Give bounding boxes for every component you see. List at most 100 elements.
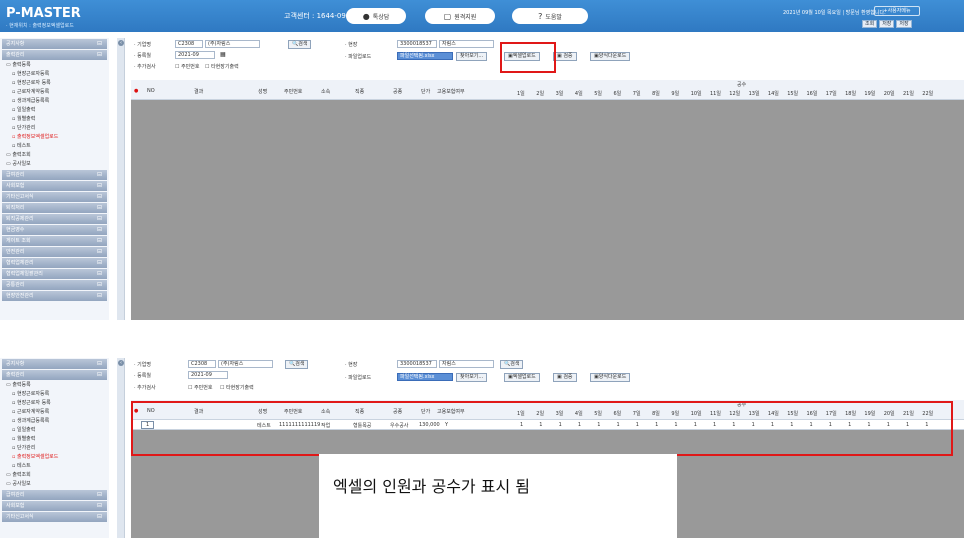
sidebar-item[interactable]: ▫ 현장근로자 등록 (0, 399, 109, 408)
site-name-field[interactable]: 자림스 (439, 360, 494, 368)
other-site-checkbox[interactable]: ☐ 타현장기출력 (205, 63, 239, 70)
sidebar-collapse-bar[interactable]: ‹ (117, 38, 125, 320)
day-column-header[interactable]: 20일 (884, 90, 895, 97)
day-column-header[interactable]: 14일 (768, 90, 779, 97)
user-menu-button[interactable]: +사용자메뉴 (874, 6, 920, 16)
chat-button[interactable]: ● 톡상담 (346, 8, 406, 24)
sidebar-section[interactable]: 기타신고서식 (2, 192, 107, 202)
sidebar-item[interactable]: ▫ 일일출력 (0, 106, 109, 115)
browse-button[interactable]: 찾아보기... (456, 373, 488, 382)
file-path-field[interactable]: 파일선택됨.xlsx (397, 373, 453, 381)
sidebar-collapse-bar-2[interactable]: ‹ (117, 358, 125, 538)
column-header[interactable]: 소속 (321, 88, 330, 95)
rrn-checkbox[interactable]: ☐ 주민번호 (188, 384, 212, 391)
save-button-2[interactable]: 저장 (896, 20, 912, 28)
sidebar-section[interactable]: 현장안전관리 (2, 291, 107, 301)
day-column-header[interactable]: 9일 (671, 90, 679, 97)
sidebar-item[interactable]: ▫ 단가관리 (0, 444, 109, 453)
sidebar-section[interactable]: 안전관리 (2, 247, 107, 257)
sidebar-section[interactable]: 사회보험 (2, 181, 107, 191)
sidebar-section[interactable]: 기타신고서식 (2, 512, 107, 522)
sidebar-item[interactable]: ▭ 공사일보 (0, 160, 109, 169)
sidebar-section[interactable]: 협력업체일괄관리 (2, 269, 107, 279)
sidebar-section[interactable]: 급여관리 (2, 490, 107, 500)
sidebar-item[interactable]: ▫ 월별출력 (0, 115, 109, 124)
sidebar-item[interactable]: ▫ 단가관리 (0, 124, 109, 133)
site-code-field[interactable]: 3300018537 (397, 40, 437, 48)
column-header[interactable]: 주민번호 (284, 88, 302, 95)
day-column-header[interactable]: 1일 (517, 90, 525, 97)
day-column-header[interactable]: 18일 (845, 90, 856, 97)
help-button[interactable]: ? 도움말 (512, 8, 588, 24)
sidebar-item[interactable]: ▫ 현장근로자등록 (0, 390, 109, 399)
month-field[interactable]: 2021-09 (188, 371, 228, 379)
company-code-field[interactable]: C2308 (175, 40, 203, 48)
company-search-button[interactable]: 🔍검색 (285, 360, 309, 369)
verify-button[interactable]: ▣ 검증 (553, 373, 577, 382)
day-column-header[interactable]: 2일 (536, 90, 544, 97)
column-header[interactable]: 결과 (194, 88, 203, 95)
sidebar-section[interactable]: 게이트 조회 (2, 236, 107, 246)
sidebar-section[interactable]: 현금영수 (2, 225, 107, 235)
remote-support-button[interactable]: ▢ 원격지원 (425, 8, 495, 24)
sidebar-item[interactable]: ▫ 근로자계약등록 (0, 88, 109, 97)
save-button[interactable]: 저장 (879, 20, 895, 28)
day-column-header[interactable]: 11일 (710, 90, 721, 97)
rrn-checkbox[interactable]: ☐ 주민번호 (175, 63, 199, 70)
sidebar-section[interactable]: 사회보험 (2, 501, 107, 511)
site-name-field[interactable]: 자림스 (439, 40, 494, 48)
sidebar-item[interactable]: ▫ 생과계급등록록 (0, 97, 109, 106)
sidebar-item[interactable]: ▭ 출력조회 (0, 151, 109, 160)
sidebar-item[interactable]: ▭ 공사일보 (0, 480, 109, 489)
browse-button[interactable]: 찾아보기... (456, 52, 488, 61)
day-column-header[interactable]: 3일 (556, 90, 564, 97)
sidebar-item[interactable]: ▫ 일일출력 (0, 426, 109, 435)
sidebar-item[interactable]: ▫ 출력정보엑셀업로드 (0, 133, 109, 142)
column-header[interactable]: 단가 (421, 88, 430, 95)
sidebar-item[interactable]: ▫ 테스트 (0, 462, 109, 471)
column-header[interactable]: 직종 (355, 88, 364, 95)
day-column-header[interactable]: 5일 (594, 90, 602, 97)
day-column-header[interactable]: 10일 (691, 90, 702, 97)
sidebar-item[interactable]: ▭ 출력조회 (0, 471, 109, 480)
sidebar-item[interactable]: ▫ 테스트 (0, 142, 109, 151)
day-column-header[interactable]: 22일 (922, 90, 933, 97)
day-column-header[interactable]: 17일 (826, 90, 837, 97)
sidebar-section[interactable]: 공지사항 (2, 359, 107, 369)
company-code-field[interactable]: C2308 (188, 360, 216, 368)
search-button[interactable]: 조회 (862, 20, 878, 28)
app-logo[interactable]: P-MASTER (6, 6, 81, 21)
sidebar-section[interactable]: 급여관리 (2, 170, 107, 180)
company-name-field[interactable]: (주)자림스 (205, 40, 260, 48)
other-site-checkbox[interactable]: ☐ 타현장기출력 (220, 384, 254, 391)
template-download-button[interactable]: ▣양식다운로드 (590, 373, 631, 382)
day-column-header[interactable]: 16일 (807, 90, 818, 97)
month-field[interactable]: 2021-09 (175, 51, 215, 59)
sidebar-section[interactable]: 공통관리 (2, 280, 107, 290)
day-column-header[interactable]: 8일 (652, 90, 660, 97)
company-search-button[interactable]: 🔍검색 (288, 40, 312, 49)
sidebar-section[interactable]: 퇴직공제관리 (2, 214, 107, 224)
column-header[interactable]: 고용보험여부 (437, 88, 465, 95)
sidebar-section[interactable]: 퇴직처리 (2, 203, 107, 213)
sidebar-item[interactable]: ▫ 현장근로자등록 (0, 70, 109, 79)
site-search-button[interactable]: 🔍검색 (500, 360, 524, 369)
column-header[interactable]: NO (147, 88, 155, 94)
file-path-field[interactable]: 파일선택됨.xlsx (397, 52, 453, 60)
company-name-field[interactable]: (주)자림스 (218, 360, 273, 368)
calendar-icon[interactable]: ▦ (220, 51, 226, 58)
day-column-header[interactable]: 21일 (903, 90, 914, 97)
template-download-button[interactable]: ▣양식다운로드 (590, 52, 631, 61)
sidebar-item[interactable]: ▫ 월별출력 (0, 435, 109, 444)
sidebar-item[interactable]: ▫ 출력정보엑셀업로드 (0, 453, 109, 462)
day-column-header[interactable]: 6일 (614, 90, 622, 97)
sidebar-section[interactable]: 출력관리 (2, 50, 107, 60)
column-header[interactable]: 공종 (393, 88, 402, 95)
sidebar-item[interactable]: ▭ 출력등록 (0, 61, 109, 70)
day-column-header[interactable]: 7일 (633, 90, 641, 97)
day-column-header[interactable]: 4일 (575, 90, 583, 97)
sidebar-item[interactable]: ▫ 생과계급등록록 (0, 417, 109, 426)
sidebar-item[interactable]: ▭ 출력등록 (0, 381, 109, 390)
day-column-header[interactable]: 15일 (787, 90, 798, 97)
site-code-field[interactable]: 3300018537 (397, 360, 437, 368)
